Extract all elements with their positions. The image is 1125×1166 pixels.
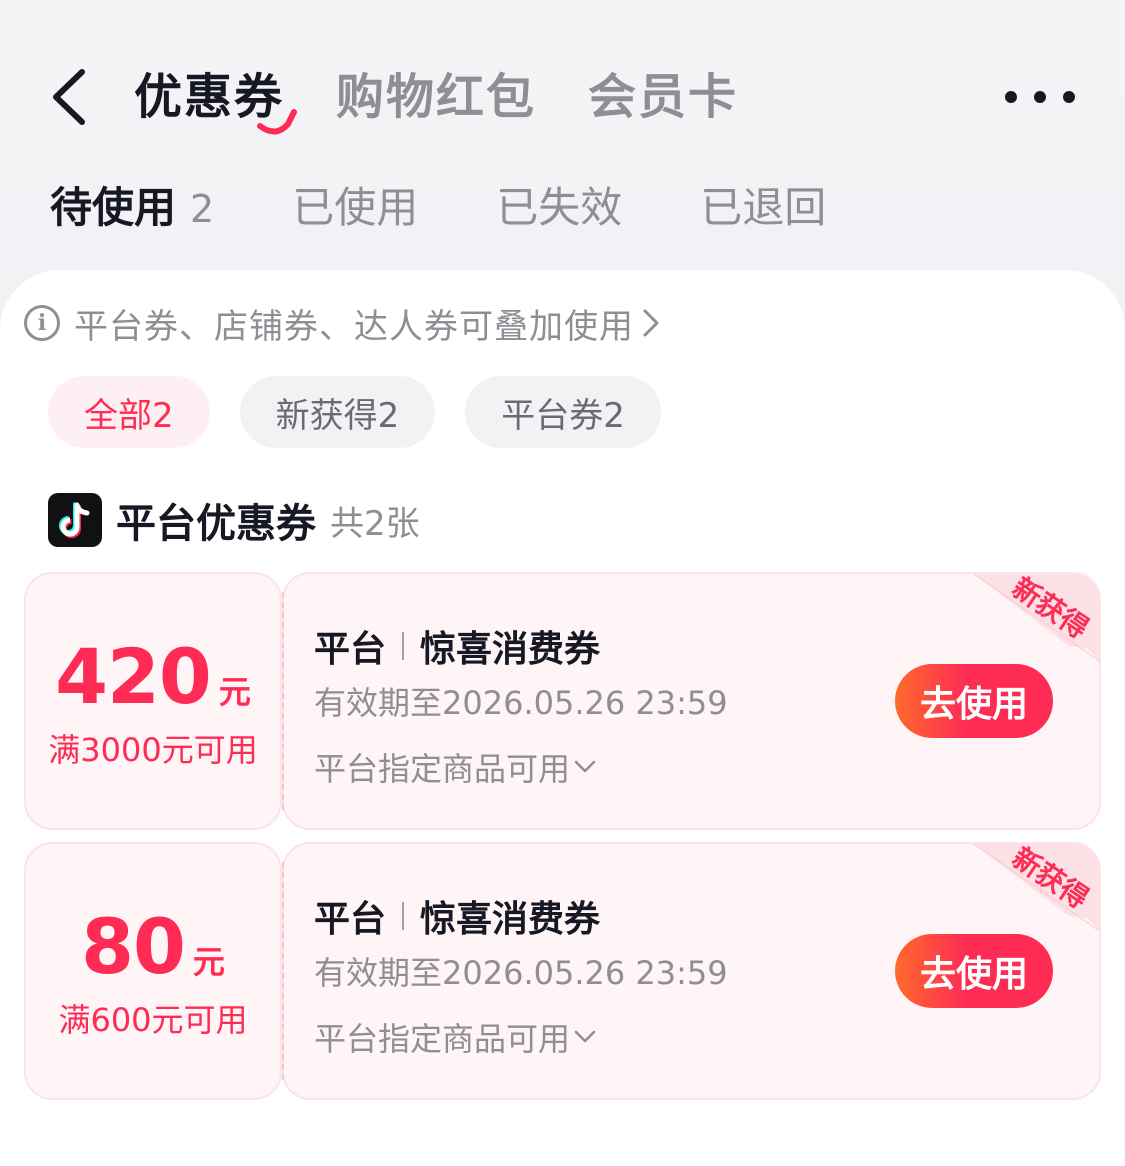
coupon-list-panel: i 平台券、店铺券、达人券可叠加使用 全部2 新获得2 平台券2 平台优惠券 共…	[0, 270, 1125, 1166]
back-button[interactable]	[38, 62, 98, 132]
chevron-down-icon	[574, 1030, 596, 1043]
status-tab-count: 2	[190, 186, 215, 231]
use-coupon-button[interactable]: 去使用	[895, 934, 1053, 1008]
stacking-notice[interactable]: i 平台券、店铺券、达人券可叠加使用	[24, 300, 660, 347]
coupon-value-area: 420 元 满3000元可用	[24, 572, 282, 830]
status-tab-label: 已使用	[292, 183, 419, 232]
coupon-divider	[282, 862, 284, 1080]
coupon-scope-toggle[interactable]: 平台指定商品可用	[314, 744, 596, 790]
coupon-card: 80 元 满600元可用 平台 惊喜消费券 有效期至2026.05.26 23:…	[24, 842, 1101, 1100]
tab-label: 购物红包	[336, 69, 537, 125]
tab-shopping-red-packets[interactable]: 购物红包	[336, 62, 536, 132]
tab-label: 会员卡	[588, 69, 739, 125]
title-separator	[402, 902, 405, 930]
coupon-value-area: 80 元 满600元可用	[24, 842, 282, 1100]
coupon-validity: 有效期至2026.05.26 23:59	[314, 684, 728, 722]
coupon-threshold: 满3000元可用	[48, 730, 258, 769]
tiktok-logo-icon	[48, 493, 102, 547]
section-header: 平台优惠券 共2张	[48, 492, 420, 548]
new-badge-ribbon: 新获得	[973, 844, 1099, 932]
section-title: 平台优惠券	[116, 501, 316, 547]
chevron-down-icon	[574, 760, 596, 773]
coupon-scope-toggle[interactable]: 平台指定商品可用	[314, 1014, 596, 1060]
coupon-tag: 平台	[314, 899, 387, 940]
chevron-right-icon	[643, 309, 659, 337]
tab-coupons[interactable]: 优惠券	[134, 62, 297, 135]
filter-chip-platform[interactable]: 平台券2	[465, 376, 661, 448]
new-badge-ribbon: 新获得	[973, 574, 1099, 662]
coupon-amount: 80	[81, 901, 186, 991]
top-tabs: 优惠券 购物红包 会员卡	[134, 62, 790, 135]
coupon-detail-area: 平台 惊喜消费券 有效期至2026.05.26 23:59 平台指定商品可用 去…	[282, 572, 1101, 830]
coupon-amount-unit: 元	[218, 672, 251, 711]
more-dot-icon	[1005, 91, 1017, 103]
info-icon: i	[24, 305, 60, 341]
status-tab-used[interactable]: 已使用	[292, 176, 418, 240]
notice-text: 平台券、店铺券、达人券可叠加使用	[74, 306, 634, 347]
more-options-button[interactable]	[1005, 82, 1075, 112]
coupon-card: 420 元 满3000元可用 平台 惊喜消费券 有效期至2026.05.26 2…	[24, 572, 1101, 830]
section-count: 共2张	[330, 503, 420, 544]
tab-membership-cards[interactable]: 会员卡	[588, 62, 738, 132]
title-separator	[402, 632, 405, 660]
active-tab-indicator	[257, 109, 297, 135]
chevron-left-icon	[53, 69, 85, 125]
status-tab-label: 已失效	[496, 183, 623, 232]
filter-chip-new[interactable]: 新获得2	[239, 376, 436, 448]
filter-chips: 全部2 新获得2 平台券2	[48, 376, 691, 448]
coupon-scope-text: 平台指定商品可用	[314, 1020, 571, 1058]
status-tab-label: 待使用	[50, 182, 177, 232]
status-tab-returned[interactable]: 已退回	[700, 176, 826, 240]
coupon-validity: 有效期至2026.05.26 23:59	[314, 954, 728, 992]
coupon-detail-area: 平台 惊喜消费券 有效期至2026.05.26 23:59 平台指定商品可用 去…	[282, 842, 1101, 1100]
coupon-divider	[282, 592, 284, 810]
more-dot-icon	[1063, 91, 1075, 103]
coupon-amount: 420	[55, 631, 212, 721]
coupon-threshold: 满600元可用	[58, 1000, 248, 1039]
top-navigation-bar: 优惠券 购物红包 会员卡	[0, 0, 1125, 160]
status-tab-expired[interactable]: 已失效	[496, 176, 622, 240]
more-dot-icon	[1034, 91, 1046, 103]
coupon-scope-text: 平台指定商品可用	[314, 750, 571, 788]
coupon-name: 惊喜消费券	[420, 629, 601, 670]
status-tab-label: 已退回	[700, 183, 827, 232]
filter-chip-all[interactable]: 全部2	[48, 376, 210, 448]
status-tab-unused[interactable]: 待使用 2	[50, 176, 214, 241]
use-coupon-button[interactable]: 去使用	[895, 664, 1053, 738]
status-tabs: 待使用 2 已使用 已失效 已退回	[50, 176, 904, 240]
coupon-amount-unit: 元	[192, 942, 225, 981]
coupon-tag: 平台	[314, 629, 387, 670]
coupon-name: 惊喜消费券	[420, 899, 601, 940]
